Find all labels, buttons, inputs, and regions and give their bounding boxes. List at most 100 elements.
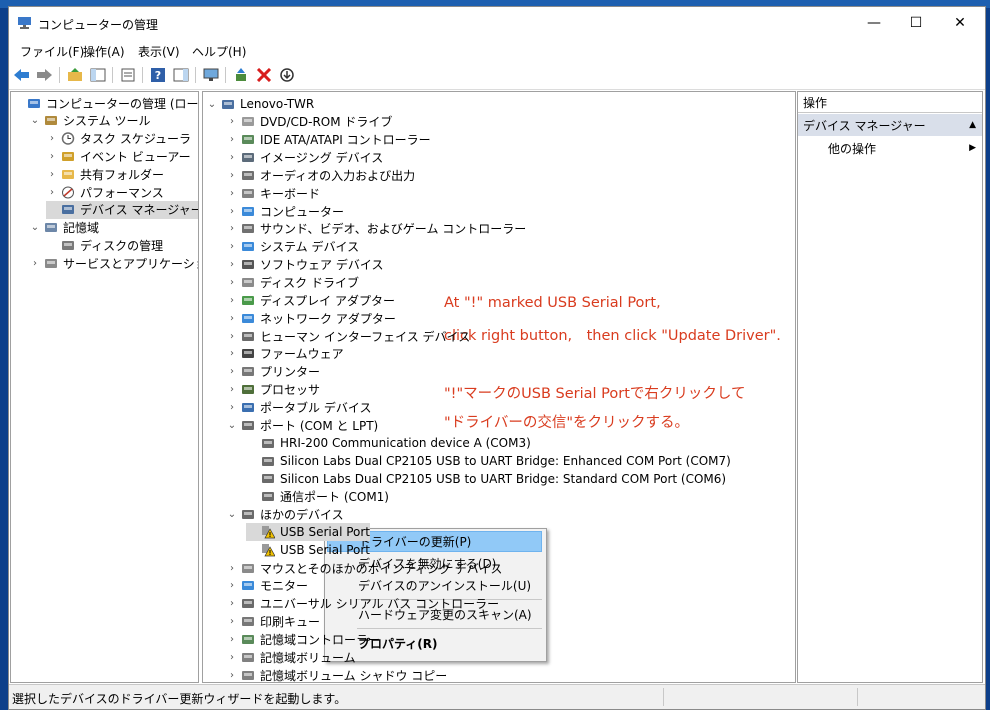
device-tree-item[interactable]: › ファームウェア [226, 345, 344, 363]
device-tree-item[interactable]: › プロセッサ [226, 381, 320, 399]
collapsed-arrow-icon[interactable]: › [226, 402, 238, 413]
device-tree-item[interactable]: › ディスク ドライブ [226, 274, 359, 292]
monitor-icon[interactable] [202, 66, 220, 84]
expanded-arrow-icon[interactable]: ⌄ [29, 222, 41, 233]
collapsed-arrow-icon[interactable]: › [226, 348, 238, 359]
forward-icon[interactable] [35, 66, 53, 84]
device-tree-item[interactable]: HRI-200 Communication device A (COM3) [246, 434, 531, 452]
device-tree-item[interactable]: › ディスプレイ アダプター [226, 291, 395, 309]
device-tree-item[interactable]: › マウスとそのほかのポインティング デバイス [226, 559, 502, 577]
collapsed-arrow-icon[interactable]: › [226, 331, 238, 342]
expanded-arrow-icon[interactable]: ⌄ [206, 99, 218, 110]
device-tree-item[interactable]: Silicon Labs Dual CP2105 USB to UART Bri… [246, 452, 731, 470]
device-tree-item[interactable]: › ネットワーク アダプター [226, 309, 396, 327]
show-action-pane-icon[interactable] [172, 66, 190, 84]
collapsed-arrow-icon[interactable]: › [226, 134, 238, 145]
nav-tree-item[interactable]: › パフォーマンス [46, 183, 164, 201]
nav-tree-item[interactable]: › イベント ビューアー [46, 147, 191, 165]
close-button[interactable]: ✕ [937, 7, 983, 39]
device-tree-item[interactable]: › IDE ATA/ATAPI コントローラー [226, 131, 431, 149]
collapsed-arrow-icon[interactable]: › [226, 223, 238, 234]
nav-tree-item[interactable]: ディスクの管理 [46, 236, 163, 254]
device-tree-item[interactable]: Silicon Labs Dual CP2105 USB to UART Bri… [246, 470, 726, 488]
collapsed-arrow-icon[interactable]: › [226, 259, 238, 270]
device-tree-item[interactable]: USB Serial Port [246, 541, 370, 559]
collapsed-arrow-icon[interactable]: › [226, 580, 238, 591]
device-tree-item[interactable]: › サウンド、ビデオ、およびゲーム コントローラー [226, 220, 526, 238]
up-folder-icon[interactable] [66, 66, 84, 84]
nav-tree-item[interactable]: › タスク スケジューラ [46, 130, 191, 148]
nav-tree-item[interactable]: › サービスとアプリケーション [29, 254, 198, 272]
device-tree-item[interactable]: › システム デバイス [226, 238, 359, 256]
device-tree-item[interactable]: › ヒューマン インターフェイス デバイス [226, 327, 470, 345]
download-icon[interactable] [278, 66, 296, 84]
help-icon[interactable]: ? [149, 66, 167, 84]
device-tree-item[interactable]: › プリンター [226, 363, 320, 381]
device-tree-item[interactable]: › ユニバーサル シリアル バス コントローラー [226, 595, 499, 613]
collapsed-arrow-icon[interactable]: › [226, 366, 238, 377]
nav-tree-item[interactable]: ⌄ 記憶域 [29, 219, 99, 237]
menu-view[interactable]: 表示(V) [138, 43, 180, 60]
device-tree-label: 印刷キュー [260, 615, 321, 630]
action-more-actions[interactable]: 他の操作 ▶ [828, 139, 978, 157]
device-tree-item[interactable]: › イメージング デバイス [226, 149, 383, 167]
export-list-icon[interactable] [119, 66, 137, 84]
expanded-arrow-icon[interactable]: ⌄ [226, 420, 238, 431]
collapsed-arrow-icon[interactable]: › [226, 241, 238, 252]
device-tree-item[interactable]: USB Serial Port [246, 523, 371, 542]
collapsed-arrow-icon[interactable]: › [46, 151, 58, 162]
nav-tree-item[interactable]: › 共有フォルダー [46, 165, 164, 183]
device-tree-item[interactable]: › 記憶域ボリューム シャドウ コピー [226, 666, 447, 682]
collapsed-arrow-icon[interactable]: › [226, 116, 238, 127]
collapsed-arrow-icon[interactable]: › [226, 670, 238, 681]
show-tree-icon[interactable] [89, 66, 107, 84]
collapsed-arrow-icon[interactable]: › [226, 277, 238, 288]
collapsed-arrow-icon[interactable]: › [226, 170, 238, 181]
menu-action[interactable]: 操作(A) [83, 43, 125, 60]
device-tree-item[interactable]: › オーディオの入力および出力 [226, 166, 415, 184]
collapsed-arrow-icon[interactable]: › [46, 187, 58, 198]
collapsed-arrow-icon[interactable]: › [226, 313, 238, 324]
context-uninstall-device[interactable]: デバイスのアンインストール(U) [327, 575, 542, 596]
collapsed-arrow-icon[interactable]: › [226, 598, 238, 609]
device-tree-item[interactable]: › キーボード [226, 184, 320, 202]
device-tree-item[interactable]: › ソフトウェア デバイス [226, 256, 383, 274]
collapsed-arrow-icon[interactable]: › [226, 384, 238, 395]
action-section-device-manager[interactable]: デバイス マネージャー ▲ [798, 114, 982, 136]
device-tree-item[interactable]: › 印刷キュー [226, 613, 320, 631]
collapsed-arrow-icon[interactable]: › [46, 133, 58, 144]
device-tree-item[interactable]: › ポータブル デバイス [226, 398, 371, 416]
back-icon[interactable] [13, 66, 31, 84]
collapsed-arrow-icon[interactable]: › [226, 634, 238, 645]
device-tree-item[interactable]: › 記憶域ボリューム [226, 648, 356, 666]
collapsed-arrow-icon[interactable]: › [46, 169, 58, 180]
device-tree-item[interactable]: › モニター [226, 577, 308, 595]
collapse-up-icon[interactable]: ▲ [969, 120, 976, 130]
device-tree-item[interactable]: ⌄ ほかのデバイス [226, 506, 344, 524]
nav-tree-item[interactable]: コンピューターの管理 (ローカル) [12, 94, 198, 112]
collapsed-arrow-icon[interactable]: › [226, 563, 238, 574]
uninstall-icon[interactable] [255, 66, 273, 84]
menu-file[interactable]: ファイル(F) [20, 43, 84, 60]
device-tree-item[interactable]: 通信ポート (COM1) [246, 488, 389, 506]
device-tree-item[interactable]: › DVD/CD-ROM ドライブ [226, 113, 392, 131]
menu-help[interactable]: ヘルプ(H) [192, 43, 246, 60]
collapsed-arrow-icon[interactable]: › [226, 152, 238, 163]
collapsed-arrow-icon[interactable]: › [226, 206, 238, 217]
maximize-button[interactable]: ☐ [893, 7, 939, 39]
expanded-arrow-icon[interactable]: ⌄ [226, 509, 238, 520]
expanded-arrow-icon[interactable]: ⌄ [29, 115, 41, 126]
update-driver-icon[interactable] [232, 66, 250, 84]
collapsed-arrow-icon[interactable]: › [226, 652, 238, 663]
device-tree-item[interactable]: › コンピューター [226, 202, 344, 220]
device-tree-item[interactable]: ⌄ ポート (COM と LPT) [226, 416, 378, 434]
device-tree-item[interactable]: ⌄ Lenovo-TWR [206, 95, 314, 113]
device-tree-item[interactable]: › 記憶域コントローラー [226, 631, 380, 649]
collapsed-arrow-icon[interactable]: › [226, 188, 238, 199]
collapsed-arrow-icon[interactable]: › [226, 295, 238, 306]
minimize-button[interactable]: — [851, 7, 897, 39]
collapsed-arrow-icon[interactable]: › [29, 258, 41, 269]
nav-tree-item[interactable]: デバイス マネージャー [46, 200, 198, 219]
nav-tree-item[interactable]: ⌄ システム ツール [29, 112, 151, 130]
collapsed-arrow-icon[interactable]: › [226, 616, 238, 627]
